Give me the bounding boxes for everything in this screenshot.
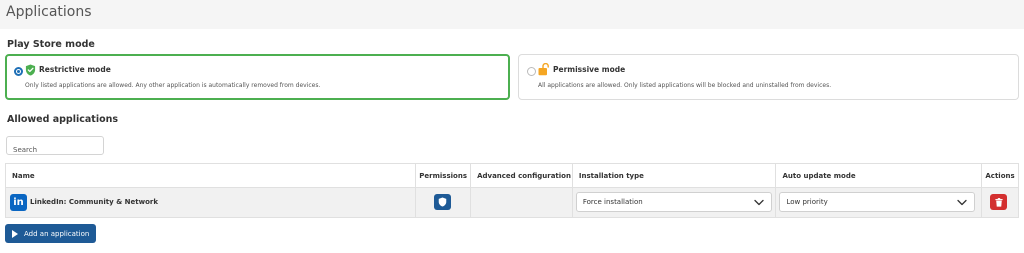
page-title: Applications	[6, 4, 92, 20]
column-header-auto-update-mode: Auto update mode	[776, 164, 983, 187]
play-store-mode-label: Play Store mode	[7, 39, 95, 50]
add-application-label: Add an application	[24, 229, 90, 238]
installation-type-value: Force installation	[582, 198, 643, 206]
column-header-advanced-configuration: Advanced configuration	[471, 164, 573, 187]
permissive-mode-title: Permissive mode	[553, 65, 626, 74]
shield-icon	[438, 197, 447, 207]
search-input[interactable]	[7, 141, 103, 159]
table-header: Name Permissions Advanced configuration …	[6, 164, 1018, 188]
auto-update-mode-cell: Low priority	[776, 188, 983, 217]
column-header-installation-type: Installation type	[573, 164, 777, 187]
installation-type-cell: Force installation	[573, 188, 777, 217]
permissions-button[interactable]	[434, 194, 452, 210]
unlock-icon	[538, 63, 549, 76]
app-name: LinkedIn: Community & Network	[30, 198, 159, 206]
app-name-cell: in LinkedIn: Community & Network	[6, 188, 417, 217]
search-field[interactable]	[6, 136, 104, 159]
actions-cell	[982, 188, 1018, 217]
shield-check-icon	[25, 64, 36, 76]
restrictive-mode-radio[interactable]	[14, 67, 23, 76]
column-header-permissions: Permissions	[416, 164, 472, 187]
permissions-cell	[416, 188, 472, 217]
add-application-button[interactable]: Add an application	[5, 224, 96, 243]
restrictive-mode-card[interactable]: Restrictive mode Only listed application…	[5, 54, 510, 100]
play-icon	[12, 229, 18, 238]
restrictive-mode-title: Restrictive mode	[39, 65, 111, 74]
trash-icon	[994, 197, 1003, 207]
auto-update-mode-value: Low priority	[786, 198, 828, 206]
applications-table: Name Permissions Advanced configuration …	[5, 163, 1019, 218]
permissive-mode-description: All applications are allowed. Only liste…	[538, 82, 832, 89]
restrictive-mode-description: Only listed applications are allowed. An…	[25, 82, 321, 89]
chevron-down-icon	[754, 199, 764, 206]
table-row: in LinkedIn: Community & Network Force i…	[6, 188, 1018, 217]
permissive-mode-radio[interactable]	[527, 67, 536, 76]
chevron-down-icon	[957, 199, 968, 206]
advanced-configuration-cell	[471, 188, 573, 217]
column-header-actions: Actions	[985, 171, 1015, 180]
linkedin-logo-icon: in	[10, 194, 27, 211]
delete-button[interactable]	[990, 194, 1008, 210]
permissive-mode-card[interactable]: Permissive mode All applications are all…	[518, 54, 1019, 100]
column-header-name: Name	[6, 164, 417, 187]
allowed-applications-label: Allowed applications	[7, 114, 119, 125]
page-header: Applications	[0, 0, 1024, 29]
auto-update-mode-select[interactable]: Low priority	[779, 192, 976, 212]
installation-type-select[interactable]: Force installation	[575, 192, 772, 212]
